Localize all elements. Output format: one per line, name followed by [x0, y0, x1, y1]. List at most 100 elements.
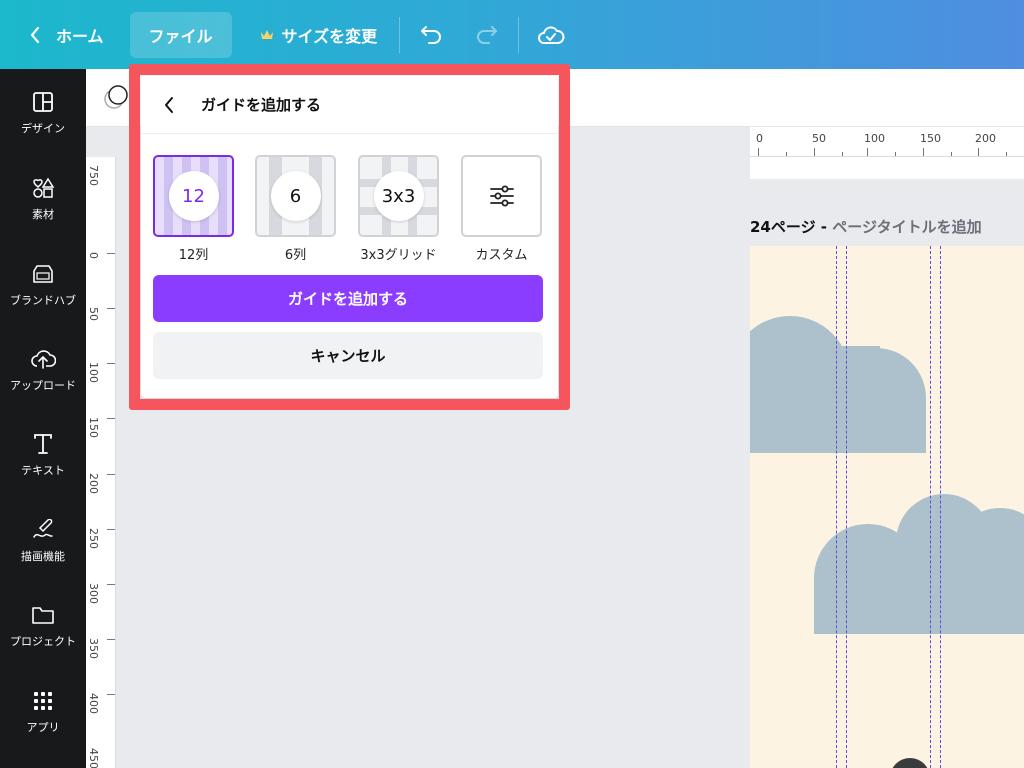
ruler-tick	[107, 418, 115, 419]
ruler-tick	[107, 474, 115, 475]
ruler-tick	[814, 148, 815, 156]
top-bar: ホーム ファイル サイズを変更	[0, 0, 1024, 69]
sidebar-item-label: 素材	[32, 207, 54, 221]
brand-hub-icon	[30, 261, 56, 287]
sidebar-item-label: アップロード	[10, 378, 76, 392]
ruler-tick	[842, 152, 843, 156]
sliders-icon	[490, 185, 514, 207]
sidebar-item-label: テキスト	[21, 463, 65, 477]
ruler-label: 50	[812, 132, 826, 145]
ruler-tick	[951, 152, 952, 156]
home-button[interactable]: ホーム	[22, 12, 112, 58]
ruler-tick	[107, 253, 115, 254]
ruler-label: 350	[87, 638, 100, 659]
column-stripe	[218, 157, 227, 235]
design-page[interactable]	[750, 246, 1024, 768]
sidebar-item-label: ブランドハブ	[10, 293, 76, 307]
option-badge: 3x3	[373, 171, 424, 221]
sidebar-item-label: プロジェクト	[10, 634, 76, 648]
option-badge: 6	[270, 171, 321, 221]
sidebar-item-draw[interactable]: 描画機能	[0, 505, 86, 575]
sidebar-item-apps[interactable]: アプリ	[0, 676, 86, 746]
ruler-label: 50	[87, 307, 100, 321]
ruler-tick	[107, 363, 115, 364]
page-title-placeholder[interactable]: ページタイトルを追加	[832, 218, 981, 236]
file-menu-button[interactable]: ファイル	[129, 11, 232, 58]
ruler-tick	[867, 148, 868, 156]
guide-option-3x3-grid[interactable]: 3x3	[358, 155, 439, 237]
folder-icon	[30, 602, 56, 628]
redo-icon	[477, 25, 498, 44]
ruler-tick	[107, 639, 115, 640]
resize-button[interactable]: サイズを変更	[250, 12, 388, 58]
ruler-tick	[923, 148, 924, 156]
draw-icon	[30, 517, 56, 543]
ruler-label: 100	[87, 362, 100, 383]
chevron-left-icon	[165, 96, 173, 113]
sidebar-item-projects[interactable]: プロジェクト	[0, 590, 86, 660]
horizontal-ruler: 0 50 100 150 200	[750, 127, 1024, 157]
sidebar-item-label: デザイン	[21, 121, 65, 135]
ruler-label: 300	[87, 583, 100, 604]
chevron-left-icon	[30, 26, 40, 43]
ruler-label: 0	[87, 252, 100, 259]
text-icon	[30, 431, 56, 457]
ruler-label: 400	[87, 693, 100, 714]
ruler-label: 200	[975, 132, 996, 145]
undo-icon	[421, 25, 442, 44]
upload-cloud-icon	[30, 346, 56, 372]
ruler-tick	[895, 152, 896, 156]
popover-title: ガイドを追加する	[201, 96, 322, 114]
ruler-label: 250	[87, 528, 100, 549]
home-label: ホーム	[56, 26, 104, 46]
elements-icon	[30, 175, 56, 201]
sidebar-item-label: アプリ	[26, 720, 60, 734]
ruler-tick	[107, 308, 115, 309]
cloud-illustration[interactable]	[750, 246, 1024, 768]
option-label: 6列	[284, 248, 307, 263]
sidebar-item-design[interactable]: デザイン	[0, 77, 86, 147]
option-label: 3x3グリッド	[360, 248, 437, 263]
resize-label: サイズを変更	[281, 26, 378, 46]
sidebar-item-brand-hub[interactable]: ブランドハブ	[0, 249, 86, 319]
side-panel: デザイン 素材 ブランドハブ アップロード テキスト 描画機能 プロジェクト ア…	[0, 69, 86, 768]
ruler-label: 750	[87, 165, 100, 186]
save-status-button[interactable]	[531, 15, 571, 55]
undo-button[interactable]	[412, 15, 452, 55]
previous-page-edge[interactable]	[750, 157, 1024, 179]
guide-option-12-columns[interactable]: 12	[153, 155, 234, 237]
sidebar-item-label: 描画機能	[21, 549, 65, 563]
ruler-label: 150	[87, 417, 100, 438]
cancel-button[interactable]: キャンセル	[153, 332, 543, 379]
crown-icon	[260, 29, 273, 39]
toolbar-divider	[518, 16, 520, 53]
guide-line[interactable]	[836, 246, 837, 768]
guide-option-custom[interactable]	[461, 155, 542, 237]
guide-option-6-columns[interactable]: 6	[255, 155, 336, 237]
ruler-tick	[758, 148, 759, 156]
add-guides-button[interactable]: ガイドを追加する	[153, 275, 543, 322]
toolbar-divider	[399, 16, 401, 53]
page-title[interactable]: 24ページ - ページタイトルを追加	[750, 216, 982, 237]
guide-line[interactable]	[846, 246, 847, 768]
ruler-label: 450	[87, 748, 100, 768]
option-label: 12列	[178, 248, 209, 263]
ruler-label: 200	[87, 473, 100, 494]
option-label: カスタム	[475, 248, 528, 263]
cloud-check-icon	[538, 25, 565, 44]
option-badge: 12	[168, 171, 219, 221]
ruler-tick	[107, 694, 115, 695]
sidebar-item-text[interactable]: テキスト	[0, 419, 86, 489]
ruler-tick	[786, 152, 787, 156]
guide-line[interactable]	[940, 246, 941, 768]
guide-line[interactable]	[930, 246, 931, 768]
ruler-label: 0	[756, 132, 763, 145]
redo-button[interactable]	[466, 15, 506, 55]
ruler-tick	[107, 529, 115, 530]
sidebar-item-uploads[interactable]: アップロード	[0, 334, 86, 404]
sidebar-item-elements[interactable]: 素材	[0, 163, 86, 233]
color-picker-icon[interactable]	[102, 83, 132, 113]
ruler-label: 100	[864, 132, 885, 145]
back-button[interactable]	[147, 83, 191, 127]
vertical-ruler: 750 0 50 100 150 200 250 300 350 400 450	[86, 157, 116, 768]
